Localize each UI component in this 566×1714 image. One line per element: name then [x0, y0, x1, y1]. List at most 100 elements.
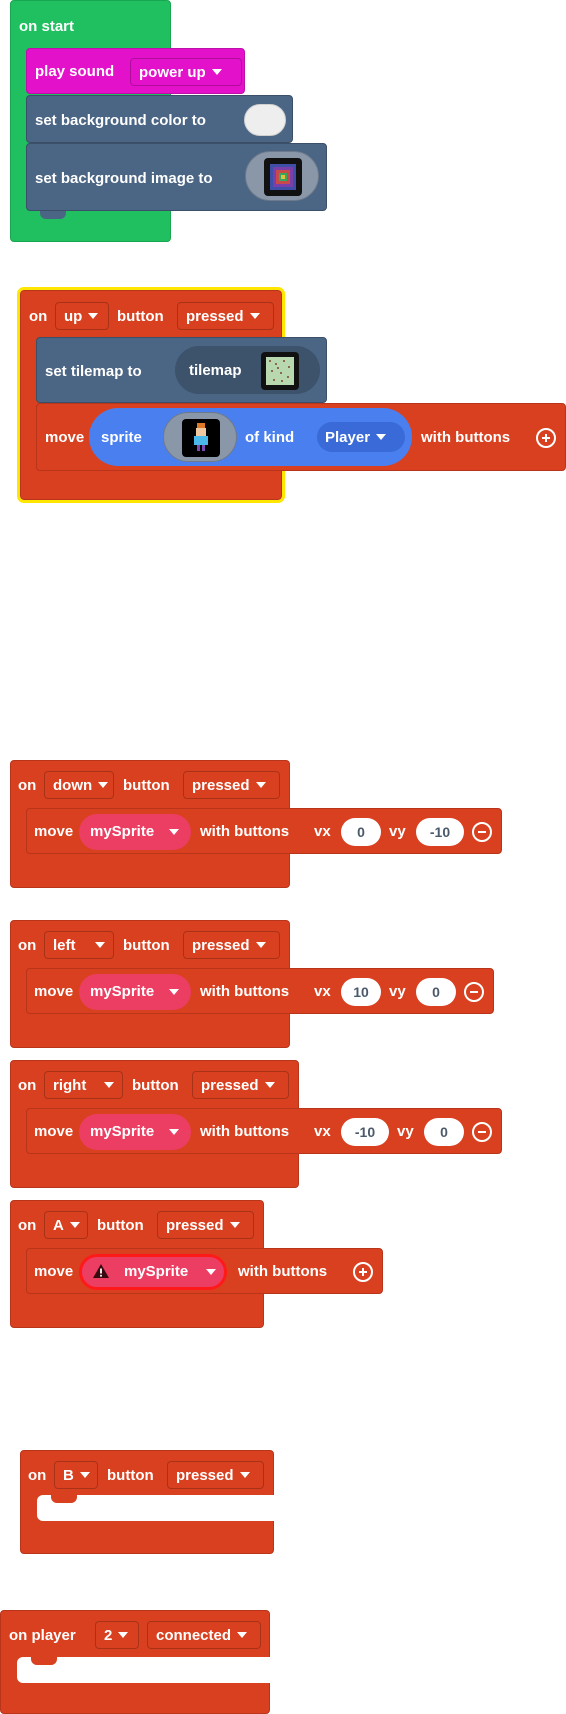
move-with-buttons-block[interactable]: move mySprite with buttons vx 10 vy 0	[26, 968, 494, 1014]
image-picker[interactable]	[245, 151, 319, 201]
with-buttons-label: with buttons	[421, 429, 511, 446]
sprite-variable-value: mySprite	[90, 983, 155, 1000]
chevron-down-icon	[95, 942, 105, 948]
tilemap-picker[interactable]: tilemap	[175, 346, 320, 394]
vy-input[interactable]: 0	[424, 1118, 464, 1146]
player-dropdown[interactable]: 2	[95, 1621, 139, 1649]
chevron-down-icon	[79, 1472, 90, 1478]
sound-dropdown[interactable]: power up	[130, 58, 242, 86]
set-background-color-block[interactable]: set background color to	[26, 95, 293, 143]
set-tilemap-block[interactable]: set tilemap to tilemap	[36, 337, 327, 403]
chevron-down-icon	[255, 942, 266, 948]
event-dropdown[interactable]: connected	[147, 1621, 261, 1649]
remove-parameter-button[interactable]	[472, 1122, 492, 1142]
event-value: pressed	[166, 1216, 224, 1234]
on-start-label: on start	[19, 18, 75, 35]
button-label: button	[97, 1217, 144, 1234]
vy-input[interactable]: 0	[416, 978, 456, 1006]
add-parameter-button[interactable]	[536, 428, 556, 448]
vx-input[interactable]: 10	[341, 978, 381, 1006]
move-with-buttons-block[interactable]: move mySprite with buttons	[26, 1248, 383, 1294]
on-player-label: on player	[9, 1627, 76, 1644]
event-dropdown[interactable]: pressed	[183, 771, 280, 799]
remove-parameter-button[interactable]	[464, 982, 484, 1002]
chevron-down-icon	[376, 434, 387, 440]
button-value: right	[53, 1076, 87, 1094]
sprite-variable-dropdown[interactable]: mySprite	[79, 814, 191, 850]
button-value: down	[53, 776, 93, 794]
move-label: move	[34, 983, 74, 1000]
chevron-down-icon	[88, 313, 99, 319]
chevron-down-icon	[206, 1269, 216, 1275]
move-sprite-with-buttons-block[interactable]: move sprite of kind Player with buttons	[36, 403, 566, 471]
button-label: button	[132, 1077, 179, 1094]
move-with-buttons-block[interactable]: move mySprite with buttons vx -10 vy 0	[26, 1108, 502, 1154]
vx-input[interactable]: -10	[341, 1118, 389, 1146]
sprite-image-thumbnail	[182, 419, 220, 457]
chevron-down-icon	[264, 1082, 275, 1088]
plus-icon	[542, 434, 550, 442]
event-dropdown[interactable]: pressed	[183, 931, 280, 959]
event-dropdown[interactable]: pressed	[167, 1461, 264, 1489]
add-parameter-button[interactable]	[353, 1262, 373, 1282]
event-value: pressed	[192, 936, 250, 954]
set-background-image-label: set background image to	[35, 170, 213, 187]
set-background-image-block[interactable]: set background image to	[26, 143, 327, 211]
sound-value: power up	[139, 63, 206, 81]
chevron-down-icon	[169, 1129, 179, 1135]
vx-label: vx	[314, 823, 331, 840]
with-buttons-label: with buttons	[200, 1123, 290, 1140]
tilemap-label: tilemap	[189, 362, 242, 379]
on-label: on	[18, 937, 37, 954]
sprite-image-picker[interactable]	[163, 412, 237, 462]
with-buttons-label: with buttons	[238, 1263, 328, 1280]
event-dropdown[interactable]: pressed	[177, 302, 274, 330]
button-dropdown[interactable]: B	[54, 1461, 98, 1489]
play-sound-label: play sound	[35, 63, 115, 80]
sprite-variable-value: mySprite	[90, 1123, 155, 1140]
button-label: button	[123, 937, 170, 954]
event-dropdown[interactable]: pressed	[192, 1071, 289, 1099]
chevron-down-icon	[104, 1082, 114, 1088]
sprite-variable-dropdown[interactable]: mySprite	[79, 1114, 191, 1150]
button-dropdown[interactable]: right	[44, 1071, 123, 1099]
remove-parameter-button[interactable]	[472, 822, 492, 842]
event-value: pressed	[176, 1466, 234, 1484]
button-dropdown[interactable]: left	[44, 931, 114, 959]
chevron-down-icon	[237, 1632, 248, 1638]
up-block-notch	[50, 471, 78, 479]
vy-input[interactable]: -10	[416, 818, 464, 846]
event-value: connected	[156, 1626, 232, 1644]
event-value: pressed	[192, 776, 250, 794]
event-dropdown[interactable]: pressed	[157, 1211, 254, 1239]
on-label: on	[18, 777, 37, 794]
warning-icon	[93, 1264, 109, 1278]
vx-input[interactable]: 0	[341, 818, 381, 846]
play-sound-block[interactable]: play sound power up	[26, 48, 245, 94]
chevron-down-icon	[118, 1632, 129, 1638]
vy-label: vy	[389, 823, 406, 840]
button-dropdown[interactable]: A	[44, 1211, 88, 1239]
sprite-variable-dropdown[interactable]: mySprite	[79, 974, 191, 1010]
sprite-variable-dropdown[interactable]: mySprite	[79, 1254, 227, 1290]
move-label: move	[34, 1263, 74, 1280]
vy-label: vy	[397, 1123, 414, 1140]
on-player-connected-block[interactable]: on player 2 connected	[0, 1610, 271, 1714]
button-dropdown[interactable]: down	[44, 771, 114, 799]
color-swatch[interactable]	[244, 104, 286, 136]
kind-dropdown[interactable]: Player	[317, 422, 405, 452]
set-background-color-label: set background color to	[35, 112, 206, 129]
with-buttons-label: with buttons	[200, 983, 290, 1000]
chevron-down-icon	[98, 782, 109, 788]
slot-notch	[51, 1495, 77, 1503]
move-label: move	[34, 823, 74, 840]
button-value: A	[53, 1216, 64, 1234]
button-label: button	[123, 777, 170, 794]
move-label: move	[34, 1123, 74, 1140]
background-image-thumbnail	[264, 158, 302, 196]
chevron-down-icon	[211, 69, 222, 75]
on-b-button-pressed-block[interactable]: on B button pressed	[20, 1450, 274, 1554]
move-with-buttons-block[interactable]: move mySprite with buttons vx 0 vy -10	[26, 808, 502, 854]
sprite-of-kind-block[interactable]: sprite of kind Player	[89, 408, 412, 466]
button-dropdown[interactable]: up	[55, 302, 109, 330]
